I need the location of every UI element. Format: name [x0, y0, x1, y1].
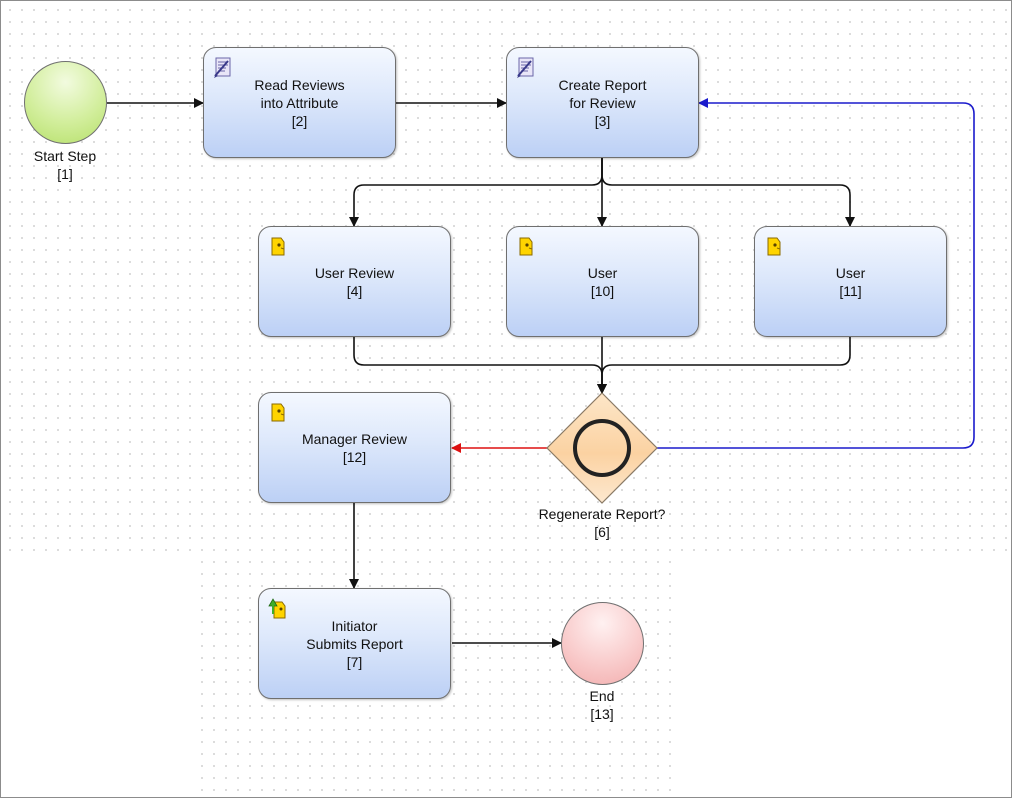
task-manager-review[interactable]: Manager Review [12]	[258, 392, 451, 503]
task-id: [3]	[594, 112, 611, 129]
task-label-line: Read Reviews	[254, 76, 345, 93]
task-label-line: User	[835, 264, 866, 281]
task-label-line: Initiator	[331, 617, 378, 634]
task-label-line: for Review	[569, 94, 636, 111]
task-user-review[interactable]: User Review [4]	[258, 226, 451, 337]
gateway-label: Regenerate Report?	[538, 506, 666, 522]
start-event-id: [1]	[57, 166, 73, 182]
edge-user-review-to-gateway[interactable]	[353, 337, 607, 394]
edge-create-to-user11[interactable]	[601, 158, 855, 227]
task-create-report[interactable]: Create Report for Review [3]	[506, 47, 699, 158]
start-event-label: Start Step	[33, 148, 97, 164]
user-task-icon	[767, 237, 781, 256]
task-id: [11]	[839, 282, 862, 299]
start-event-caption: Start Step [1]	[15, 147, 115, 183]
end-event-caption: End [13]	[552, 687, 652, 723]
task-id: [7]	[346, 653, 363, 670]
task-read-reviews[interactable]: Read Reviews into Attribute [2]	[203, 47, 396, 158]
task-id: [10]	[590, 282, 615, 299]
edge-user11-to-gateway[interactable]	[597, 337, 851, 394]
task-label-line: Submits Report	[306, 635, 403, 652]
task-user-10[interactable]: User [10]	[506, 226, 699, 337]
end-event-label: End	[589, 688, 615, 704]
task-initiator-submits-report[interactable]: Initiator Submits Report [7]	[258, 588, 451, 699]
user-task-icon	[271, 237, 285, 256]
script-icon	[214, 57, 231, 78]
end-event-id: [13]	[590, 706, 614, 722]
edge-create-to-user-review[interactable]	[349, 158, 603, 227]
gateway-caption: Regenerate Report? [6]	[522, 505, 682, 541]
task-id: [4]	[346, 282, 363, 299]
task-label-line: User Review	[314, 264, 395, 281]
task-label-line: User	[587, 264, 618, 281]
task-label-line: Manager Review	[301, 430, 408, 447]
task-id: [2]	[291, 112, 308, 129]
initiator-task-icon	[268, 598, 286, 619]
task-user-11[interactable]: User [11]	[754, 226, 947, 337]
script-icon	[517, 57, 534, 78]
start-event[interactable]	[24, 61, 107, 144]
end-event[interactable]	[561, 602, 644, 685]
gateway-id: [6]	[594, 524, 610, 540]
task-label-line: into Attribute	[260, 94, 339, 111]
gateway-regenerate-report[interactable]	[546, 392, 658, 504]
user-task-icon	[271, 403, 285, 422]
task-label-line: Create Report	[558, 76, 647, 93]
task-id: [12]	[342, 448, 367, 465]
user-task-icon	[519, 237, 533, 256]
